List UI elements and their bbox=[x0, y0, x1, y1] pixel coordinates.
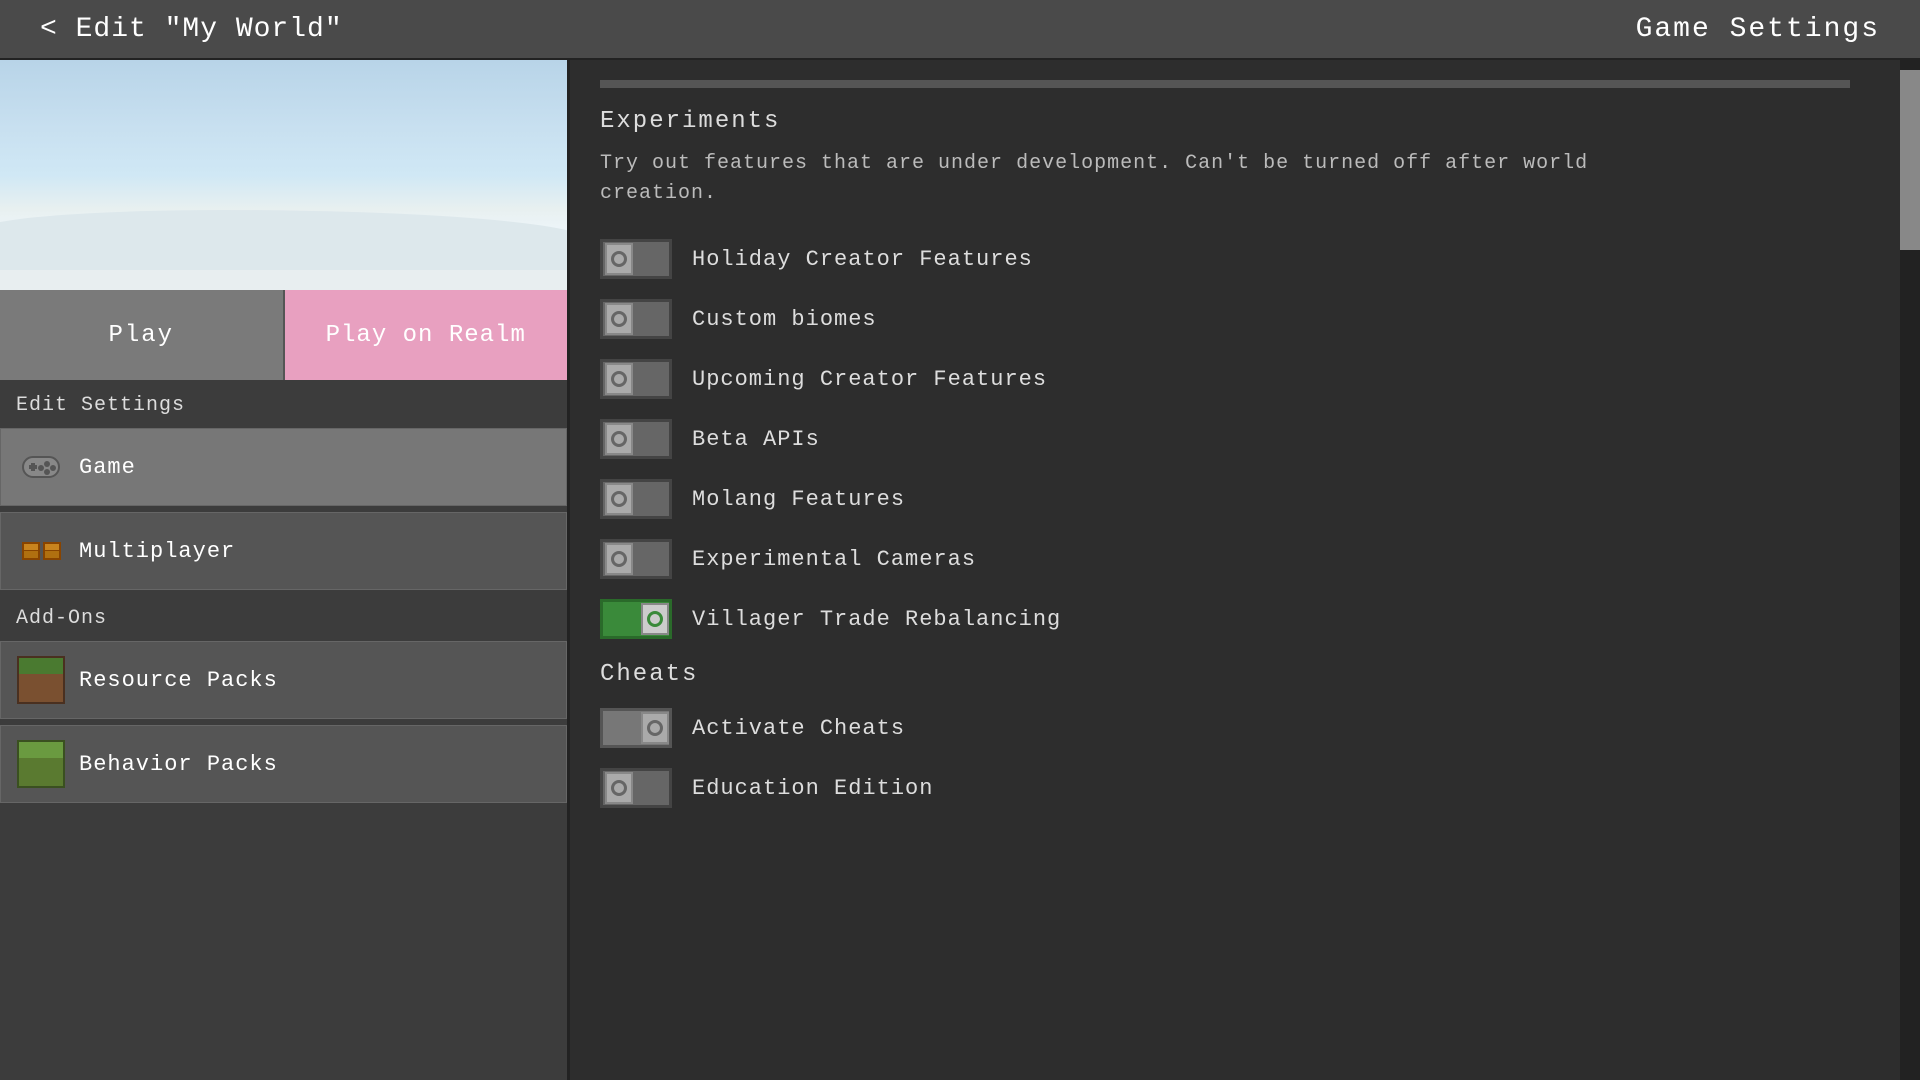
multiplayer-label: Multiplayer bbox=[79, 539, 235, 564]
toggle-row-villager-trade: Villager Trade Rebalancing bbox=[600, 593, 1850, 645]
holiday-creator-label: Holiday Creator Features bbox=[692, 247, 1033, 272]
activate-cheats-label: Activate Cheats bbox=[692, 716, 905, 741]
toggle-circle bbox=[647, 611, 663, 627]
behavior-packs-label: Behavior Packs bbox=[79, 752, 278, 777]
cheats-heading: Cheats bbox=[600, 661, 1850, 688]
game-controller-icon bbox=[17, 443, 65, 491]
upcoming-creator-toggle[interactable] bbox=[600, 359, 672, 399]
toggle-row-molang: Molang Features bbox=[600, 473, 1850, 525]
toggle-circle bbox=[611, 551, 627, 567]
toggle-knob bbox=[605, 483, 633, 515]
toggle-track bbox=[600, 539, 672, 579]
toggle-row-beta-apis: Beta APIs bbox=[600, 413, 1850, 465]
sidebar-item-multiplayer[interactable]: Multiplayer bbox=[0, 512, 567, 590]
toggle-knob bbox=[605, 423, 633, 455]
toggle-track bbox=[600, 708, 672, 748]
toggle-track-on bbox=[600, 599, 672, 639]
toggle-knob bbox=[641, 603, 669, 635]
toggle-row-holiday-creator: Holiday Creator Features bbox=[600, 233, 1850, 285]
toggle-row-custom-biomes: Custom biomes bbox=[600, 293, 1850, 345]
molang-toggle[interactable] bbox=[600, 479, 672, 519]
toggle-knob bbox=[605, 543, 633, 575]
education-edition-toggle[interactable] bbox=[600, 768, 672, 808]
villager-trade-toggle[interactable] bbox=[600, 599, 672, 639]
toggle-row-upcoming-creator: Upcoming Creator Features bbox=[600, 353, 1850, 405]
toggle-circle bbox=[611, 251, 627, 267]
sidebar-item-resource-packs[interactable]: Resource Packs bbox=[0, 641, 567, 719]
toggle-circle bbox=[611, 780, 627, 796]
experimental-cameras-label: Experimental Cameras bbox=[692, 547, 976, 572]
toggle-knob bbox=[605, 303, 633, 335]
beta-apis-toggle[interactable] bbox=[600, 419, 672, 459]
upcoming-creator-label: Upcoming Creator Features bbox=[692, 367, 1047, 392]
experiments-description: Try out features that are under developm… bbox=[600, 149, 1700, 209]
toggle-circle bbox=[611, 311, 627, 327]
toggle-track bbox=[600, 479, 672, 519]
experimental-cameras-toggle[interactable] bbox=[600, 539, 672, 579]
toggle-row-education-edition: Education Edition bbox=[600, 762, 1850, 814]
back-button[interactable]: < Edit "My World" bbox=[40, 14, 343, 45]
toggle-circle bbox=[647, 720, 663, 736]
holiday-creator-toggle[interactable] bbox=[600, 239, 672, 279]
education-edition-label: Education Edition bbox=[692, 776, 933, 801]
villager-trade-label: Villager Trade Rebalancing bbox=[692, 607, 1061, 632]
experiments-heading: Experiments bbox=[600, 108, 1850, 135]
game-label: Game bbox=[79, 455, 136, 480]
activate-cheats-toggle[interactable] bbox=[600, 708, 672, 748]
toggle-track bbox=[600, 768, 672, 808]
resource-packs-label: Resource Packs bbox=[79, 668, 278, 693]
scrollbar-thumb[interactable] bbox=[1900, 70, 1920, 250]
addons-label: Add-Ons bbox=[0, 593, 567, 638]
custom-biomes-label: Custom biomes bbox=[692, 307, 877, 332]
toggle-knob bbox=[605, 772, 633, 804]
toggle-track bbox=[600, 359, 672, 399]
toggle-knob bbox=[605, 363, 633, 395]
play-button[interactable]: Play bbox=[0, 290, 285, 380]
left-panel: Play Play on Realm Edit Settings Game bbox=[0, 60, 570, 1080]
molang-label: Molang Features bbox=[692, 487, 905, 512]
scrollbar[interactable] bbox=[1900, 60, 1920, 1080]
toggle-track bbox=[600, 239, 672, 279]
page-title: Game Settings bbox=[1636, 14, 1880, 45]
toggle-row-activate-cheats: Activate Cheats bbox=[600, 702, 1850, 754]
action-buttons: Play Play on Realm bbox=[0, 290, 567, 380]
resource-packs-icon bbox=[17, 656, 65, 704]
toggle-knob bbox=[641, 712, 669, 744]
scroll-indicator bbox=[600, 80, 1850, 88]
sidebar-item-behavior-packs[interactable]: Behavior Packs bbox=[0, 725, 567, 803]
right-panel-wrapper: Experiments Try out features that are un… bbox=[570, 60, 1920, 1080]
toggle-row-experimental-cameras: Experimental Cameras bbox=[600, 533, 1850, 585]
behavior-packs-icon bbox=[17, 740, 65, 788]
custom-biomes-toggle[interactable] bbox=[600, 299, 672, 339]
sidebar-item-game[interactable]: Game bbox=[0, 428, 567, 506]
toggle-circle bbox=[611, 431, 627, 447]
right-panel: Experiments Try out features that are un… bbox=[570, 60, 1900, 1080]
toggle-circle bbox=[611, 371, 627, 387]
header: < Edit "My World" Game Settings bbox=[0, 0, 1920, 60]
main-layout: Play Play on Realm Edit Settings Game bbox=[0, 60, 1920, 1080]
edit-settings-label: Edit Settings bbox=[0, 380, 567, 425]
multiplayer-icon bbox=[17, 527, 65, 575]
toggle-knob bbox=[605, 243, 633, 275]
toggle-track bbox=[600, 419, 672, 459]
toggle-circle bbox=[611, 491, 627, 507]
cheats-section: Cheats Activate Cheats bbox=[600, 661, 1850, 814]
play-on-realm-button[interactable]: Play on Realm bbox=[285, 290, 568, 380]
beta-apis-label: Beta APIs bbox=[692, 427, 820, 452]
world-preview bbox=[0, 60, 567, 290]
toggle-track bbox=[600, 299, 672, 339]
